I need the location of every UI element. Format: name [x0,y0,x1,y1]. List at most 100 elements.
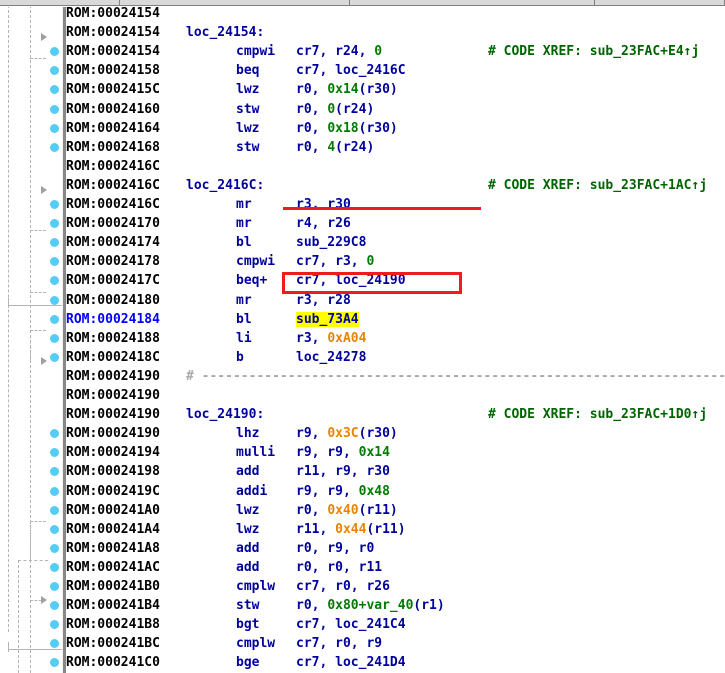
disassembly-row[interactable]: ROM:00024168 stw r0, 4(r24) [66,138,725,157]
disassembly-row[interactable]: ROM:0002419C addi r9, r9, 0x48 [66,482,725,501]
breakpoint-dot[interactable] [50,85,59,95]
row-label[interactable]: loc_24154: [186,23,264,42]
breakpoint-dot[interactable] [50,66,59,76]
row-operand[interactable]: r3, r30 [296,197,351,212]
column-header-cell[interactable] [0,0,120,6]
disassembly-row[interactable]: ROM:0002416C mr r3, r30 [66,195,725,214]
disassembly-row[interactable]: ROM:00024198 add r11, r9, r30 [66,462,725,481]
disassembly-row[interactable]: ROM:00024194 mulli r9, r9, 0x14 [66,443,725,462]
row-operand[interactable]: r11, [296,522,335,537]
disassembly-row[interactable]: ROM:0002417C beq+ cr7, loc_24190 [66,271,725,290]
disassembly-row[interactable]: ROM:000241B4 stw r0, 0x80+var_40(r1) [66,596,725,615]
disassembly-row[interactable]: ROM:00024190 # --------------------------… [66,367,725,386]
disassembly-row[interactable]: ROM:00024190 [66,386,725,405]
row-operand[interactable]: r3, r28 [296,293,351,308]
breakpoint-dot[interactable] [50,524,59,534]
row-operand[interactable]: r0, [296,503,327,518]
row-operand[interactable]: cr7, loc_241C4 [296,617,406,632]
breakpoint-dot[interactable] [50,295,59,305]
row-operand[interactable]: cr7, r24, [296,44,374,59]
row-operand-number[interactable]: 0x14 [327,82,358,97]
breakpoint-dot[interactable] [50,543,59,553]
row-operand[interactable]: cr7, loc_24190 [296,273,406,288]
row-operand[interactable]: r9, r9, [296,484,359,499]
disassembly-row[interactable]: ROM:000241B0 cmplw cr7, r0, r26 [66,577,725,596]
disassembly-row[interactable]: ROM:00024190 lhz r9, 0x3C(r30) [66,424,725,443]
breakpoint-dot[interactable] [50,142,59,152]
disassembly-row[interactable]: ROM:0002416C [66,157,725,176]
disassembly-row[interactable]: ROM:000241A8 add r0, r9, r0 [66,539,725,558]
breakpoint-dot[interactable] [50,200,59,209]
row-label[interactable]: loc_2416C: [186,176,264,195]
breakpoint-dot[interactable] [50,333,59,343]
disassembly-row[interactable]: ROM:00024158 beq cr7, loc_2416C [66,61,725,80]
disassembly-listing[interactable]: ROM:00024154 ROM:00024154 loc_24154: ROM:00… [66,0,725,673]
row-operand[interactable]: r4, r26 [296,216,351,231]
row-operand[interactable]: r0, [296,140,327,155]
row-operand-number[interactable]: 0x18 [327,121,358,136]
disassembly-row[interactable]: ROM:000241C0 bge cr7, loc_241D4 [66,653,725,672]
breakpoint-dot[interactable] [50,219,59,229]
breakpoint-dot[interactable] [50,123,59,133]
row-operand-number[interactable]: 0x80+var_40 [327,598,413,613]
disassembly-row[interactable]: ROM:0002415C lwz r0, 0x14(r30) [66,80,725,99]
breakpoint-dot[interactable] [50,448,59,458]
row-operand[interactable]: r9, r9, [296,445,359,460]
row-operand-number[interactable]: 4 [327,140,335,155]
disassembly-row[interactable]: ROM:00024154 cmpwi cr7, r24, 0 # CODE XREF:… [66,42,725,61]
row-operand-number[interactable]: 0xA04 [327,331,366,346]
breakpoint-dot[interactable] [50,314,59,324]
disassembly-row[interactable]: ROM:00024184 bl sub_73A4 [66,310,725,329]
row-operand-number[interactable]: 0x44 [335,522,366,537]
disassembly-row[interactable]: ROM:0002418C b loc_24278 [66,348,725,367]
breakpoint-dot[interactable] [50,562,59,572]
row-operand[interactable]: r0, [296,102,327,117]
disassembly-row[interactable]: ROM:00024154 loc_24154: [66,23,725,42]
row-operand-number[interactable]: 0x3C [327,426,358,441]
row-operand-number[interactable]: 0x40 [327,503,358,518]
disassembly-row[interactable]: ROM:00024160 stw r0, 0(r24) [66,100,725,119]
row-operand-number[interactable]: 0 [327,102,335,117]
row-operand[interactable]: r9, [296,426,327,441]
breakpoint-dot[interactable] [50,639,59,649]
disassembly-row[interactable]: ROM:000241B8 bgt cr7, loc_241C4 [66,615,725,634]
disassembly-row[interactable]: ROM:00024174 bl sub_229C8 [66,233,725,252]
column-header-cell[interactable] [350,0,595,6]
breakpoint-dot[interactable] [50,658,59,668]
row-operand[interactable]: r0, [296,598,327,613]
row-operand[interactable]: r0, r0, r11 [296,560,382,575]
row-operand[interactable]: r11, r9, r30 [296,464,390,479]
row-operand[interactable]: loc_24278 [296,350,366,365]
row-operand[interactable]: r0, r9, r0 [296,541,374,556]
disassembly-row[interactable]: ROM:0002416C loc_2416C: # CODE XREF: sub_2… [66,176,725,195]
disassembly-row[interactable]: ROM:00024170 mr r4, r26 [66,214,725,233]
row-operand[interactable]: r3, [296,331,327,346]
row-operand-number[interactable]: 0 [366,254,374,269]
breakpoint-dot[interactable] [50,467,59,477]
disassembly-row[interactable]: ROM:000241BC cmplw cr7, r0, r9 [66,634,725,653]
row-operand[interactable]: r0, [296,121,327,136]
row-operand[interactable]: r0, [296,82,327,97]
breakpoint-dot[interactable] [50,352,59,362]
row-operand[interactable]: sub_229C8 [296,235,366,250]
breakpoint-dot[interactable] [50,47,59,57]
column-header-cell[interactable] [595,0,725,6]
breakpoint-dot[interactable] [50,429,59,439]
breakpoint-dot[interactable] [50,620,59,630]
breakpoint-dot[interactable] [50,238,59,248]
disassembly-row[interactable]: ROM:00024178 cmpwi cr7, r3, 0 [66,252,725,271]
disassembly-row[interactable]: ROM:00024164 lwz r0, 0x18(r30) [66,119,725,138]
row-operand-number[interactable]: 0 [374,44,382,59]
disassembly-row[interactable]: ROM:00024188 li r3, 0xA04 [66,329,725,348]
row-operand[interactable]: cr7, r3, [296,254,366,269]
row-operand-highlighted[interactable]: sub_73A4 [296,311,359,327]
disassembly-row[interactable]: ROM:000241A4 lwz r11, 0x44(r11) [66,520,725,539]
disassembly-row[interactable]: ROM:00024190 loc_24190: # CODE XREF: sub_2… [66,405,725,424]
breakpoint-dot[interactable] [50,276,59,286]
row-operand[interactable]: cr7, r0, r26 [296,579,390,594]
breakpoint-dot[interactable] [50,505,59,515]
disassembly-row[interactable]: ROM:00024180 mr r3, r28 [66,291,725,310]
breakpoint-dot[interactable] [50,601,59,611]
breakpoint-dot[interactable] [50,104,59,114]
row-operand[interactable]: cr7, loc_2416C [296,63,406,78]
